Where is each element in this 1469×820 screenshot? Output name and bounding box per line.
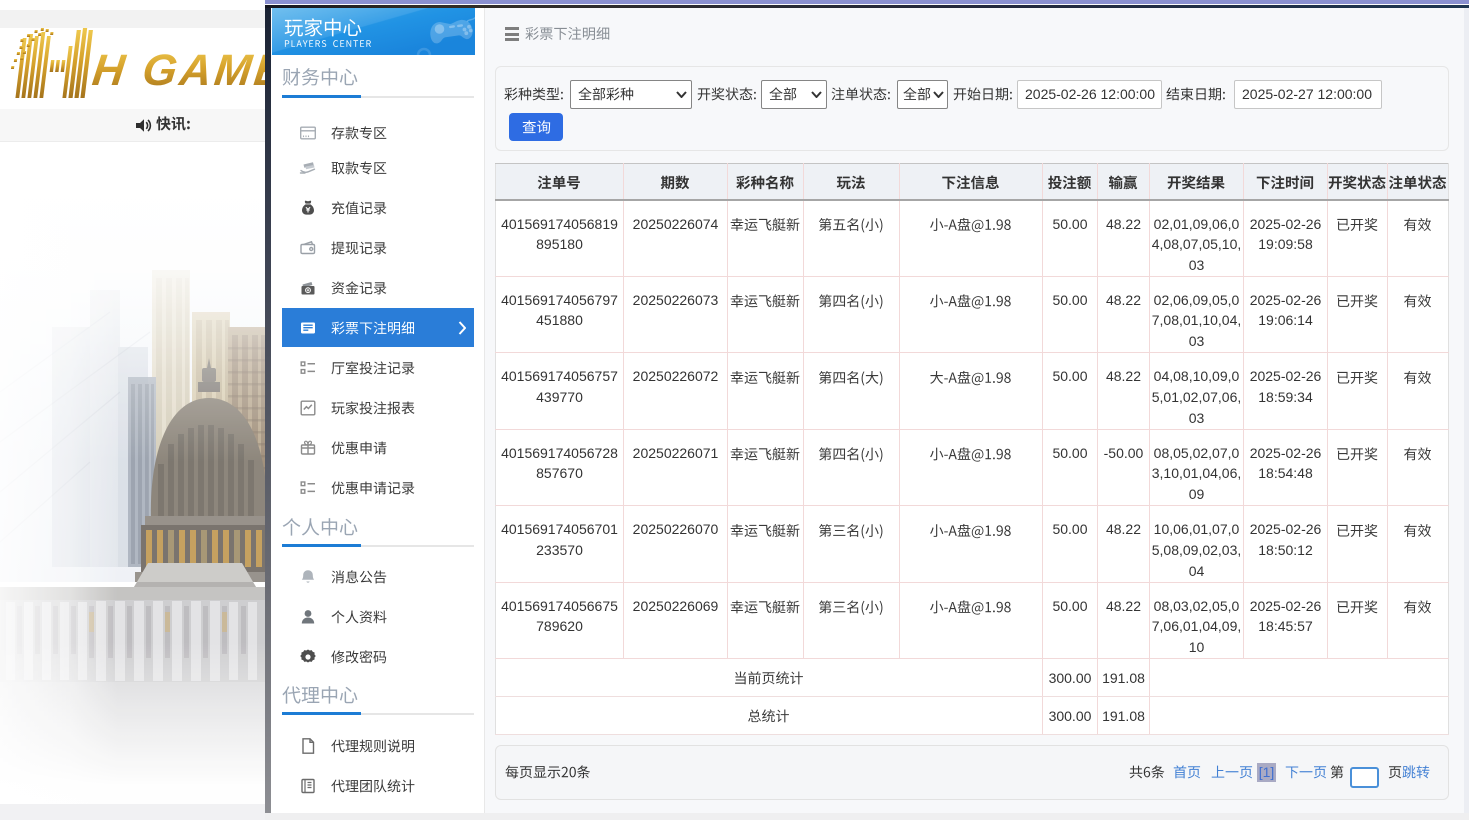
svg-text:H GAME: H GAME — [90, 46, 265, 95]
